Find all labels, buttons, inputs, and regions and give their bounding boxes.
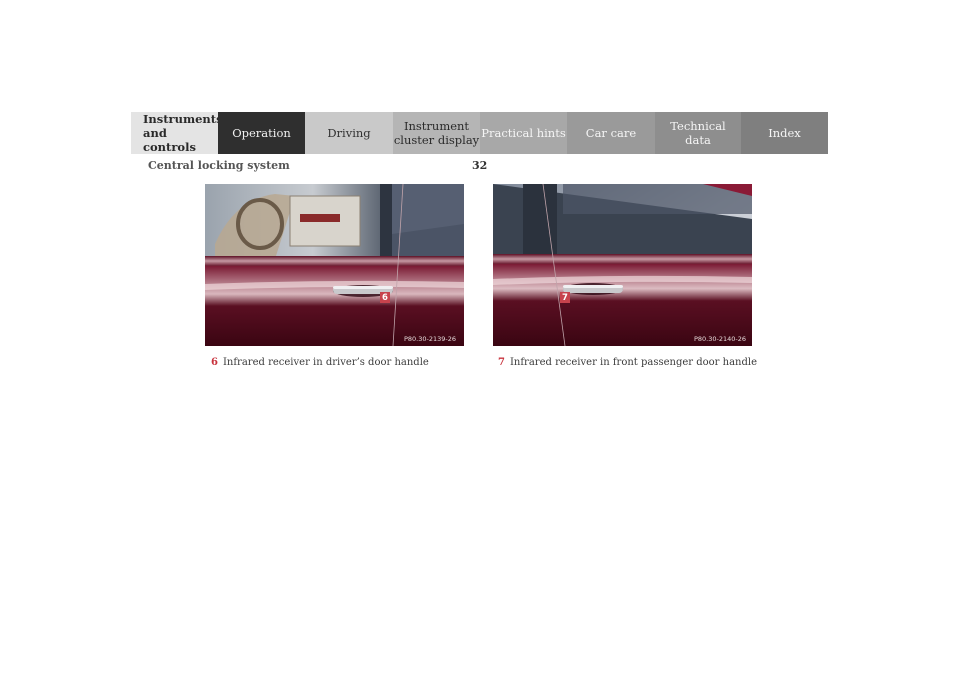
tab-operation[interactable]: Operation [218, 112, 305, 154]
tab-label: Operation [232, 126, 291, 140]
tab-label: Instruments and controls [143, 112, 223, 154]
driver-door-illustration: 6 P80.30-2139-26 [205, 184, 464, 346]
caption-number: 6 [211, 357, 218, 368]
tab-label: Technical data [670, 119, 726, 147]
tab-instruments-and-controls[interactable]: Instruments and controls [131, 112, 223, 154]
tab-index[interactable]: Index [741, 112, 828, 154]
figure-code: P80.30-2139-26 [403, 335, 456, 343]
callout-marker: 6 [380, 292, 390, 303]
tab-car-care[interactable]: Car care [567, 112, 655, 154]
page-number: 32 [472, 159, 488, 172]
passenger-door-illustration: 7 P80.30-2140-26 [493, 184, 752, 346]
section-title: Central locking system [148, 159, 290, 172]
caption-text: Infrared receiver in driver’s door handl… [222, 357, 429, 368]
caption-text: Infrared receiver in front passenger doo… [509, 357, 758, 368]
tab-label: Car care [585, 126, 637, 140]
tab-driving[interactable]: Driving [305, 112, 393, 154]
tab-label: Index [768, 126, 801, 140]
figure-caption-passenger: 7 Infrared receiver in front passenger do… [498, 357, 757, 368]
tab-instrument-cluster-display[interactable]: Instrument cluster display [393, 112, 480, 154]
tab-label: Practical hints [481, 126, 566, 140]
chapter-tabs: Instruments and controls Operation Drivi… [131, 112, 828, 154]
figure-caption-driver: 6 Infrared receiver in driver’s door hand… [211, 357, 429, 368]
callout-marker: 7 [560, 292, 570, 303]
tab-label: Driving [327, 126, 371, 140]
figure-code: P80.30-2140-26 [693, 335, 746, 343]
tab-label: Instrument cluster display [393, 119, 480, 147]
caption-number: 7 [498, 357, 505, 368]
tab-practical-hints[interactable]: Practical hints [480, 112, 567, 154]
tab-technical-data[interactable]: Technical data [655, 112, 741, 154]
